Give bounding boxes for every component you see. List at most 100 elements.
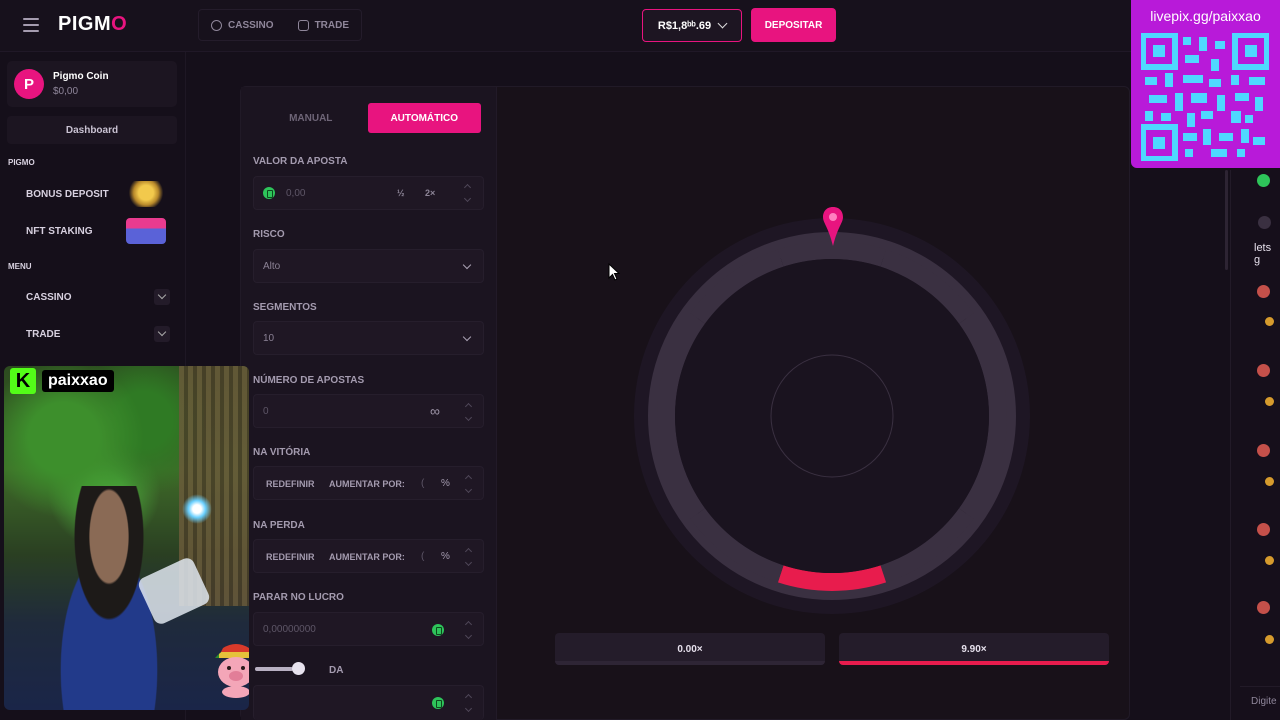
kick-logo-icon: K bbox=[10, 368, 36, 394]
webcam-lamp bbox=[182, 494, 212, 524]
chat-scrollbar[interactable] bbox=[1225, 170, 1228, 270]
nav-cassino[interactable]: CASSINO bbox=[199, 10, 286, 40]
bet-amount-stepper[interactable] bbox=[464, 182, 472, 204]
volume-slider-thumb[interactable] bbox=[292, 662, 305, 675]
on-loss-increase-button[interactable]: AUMENTAR POR: bbox=[329, 552, 405, 562]
chevron-down-icon bbox=[717, 18, 728, 29]
multiplier-box: 9.90× bbox=[839, 633, 1109, 665]
chat-message: lets g bbox=[1254, 242, 1272, 266]
half-bet-button[interactable]: ½ bbox=[397, 188, 405, 198]
money-bag-icon bbox=[1265, 397, 1274, 406]
num-bets-label: NÚMERO DE APOSTAS bbox=[253, 375, 365, 386]
avatar bbox=[1257, 364, 1270, 377]
on-loss-value[interactable]: ( bbox=[421, 551, 424, 562]
section-menu: MENU bbox=[8, 262, 32, 271]
avatar bbox=[1257, 285, 1270, 298]
qr-code-icon bbox=[1141, 33, 1269, 161]
chevron-down-icon[interactable] bbox=[154, 326, 170, 342]
stop-profit-value: 0,00000000 bbox=[263, 623, 316, 635]
risk-value: Alto bbox=[263, 260, 281, 272]
nav-trade[interactable]: TRADE bbox=[286, 10, 361, 40]
double-bet-button[interactable]: 2× bbox=[425, 188, 435, 198]
wheel-pointer-icon bbox=[823, 207, 843, 246]
risk-select[interactable]: Alto bbox=[253, 249, 484, 283]
stop-loss-label: DA bbox=[329, 665, 344, 676]
menu-icon[interactable] bbox=[23, 18, 39, 32]
avatar bbox=[1258, 216, 1271, 229]
top-bar: PIGMO CASSINO TRADE R$1,8ᵇᵇ.69 DEPOSITAR bbox=[0, 0, 1280, 52]
chevron-down-icon[interactable] bbox=[154, 289, 170, 305]
segments-select[interactable]: 10 bbox=[253, 321, 484, 355]
sidebar-item-label: NFT STAKING bbox=[26, 225, 93, 237]
nav-trade-label: TRADE bbox=[314, 19, 350, 31]
sidebar-item-bonus-deposit[interactable]: BONUS DEPOSIT bbox=[8, 179, 178, 209]
stop-profit-stepper[interactable] bbox=[465, 619, 473, 641]
segments-value: 10 bbox=[263, 332, 275, 344]
treasure-chest-icon bbox=[126, 218, 166, 244]
sidebar-item-label: CASSINO bbox=[26, 291, 72, 303]
sidebar-item-trade[interactable]: TRADE bbox=[8, 319, 178, 349]
chat-input[interactable]: Digite bbox=[1240, 686, 1280, 716]
tab-manual[interactable]: MANUAL bbox=[254, 103, 368, 133]
multiplier-label: 9.90× bbox=[961, 643, 987, 655]
deposit-button[interactable]: DEPOSITAR bbox=[751, 8, 836, 42]
bet-amount-input[interactable]: 0,00 bbox=[253, 176, 484, 210]
sidebar-item-label: BONUS DEPOSIT bbox=[26, 188, 109, 200]
section-pigmo: PIGMO bbox=[8, 158, 35, 167]
on-loss-stepper[interactable] bbox=[465, 546, 473, 568]
money-bag-icon bbox=[1265, 477, 1274, 486]
casino-chip-icon bbox=[211, 19, 222, 31]
wheel-segment bbox=[777, 241, 887, 267]
on-win-stepper[interactable] bbox=[465, 473, 473, 495]
sidebar-item-cassino[interactable]: CASSINO bbox=[8, 282, 178, 312]
avatar bbox=[1257, 444, 1270, 457]
qr-url: livepix.gg/paixxao bbox=[1150, 8, 1261, 24]
coin-icon bbox=[432, 697, 444, 709]
stop-profit-input[interactable]: 0,00000000 bbox=[253, 612, 484, 646]
balance-dropdown[interactable]: R$1,8ᵇᵇ.69 bbox=[642, 9, 742, 42]
sidebar-item-nft-staking[interactable]: NFT STAKING bbox=[8, 216, 178, 246]
pigmo-logo[interactable]: PIGMO bbox=[58, 13, 127, 36]
money-bag-icon bbox=[1265, 556, 1274, 565]
percent-icon: % bbox=[441, 551, 450, 562]
stop-loss-stepper[interactable] bbox=[465, 692, 473, 714]
coin-name: Pigmo Coin bbox=[53, 71, 109, 82]
on-loss-reset-button[interactable]: REDEFINIR bbox=[266, 552, 315, 562]
pigmo-coin-avatar: P bbox=[14, 69, 44, 99]
coin-icon bbox=[263, 187, 275, 199]
pigmo-coin-card[interactable]: P Pigmo Coin $0,00 bbox=[7, 61, 177, 107]
on-win-increase-button[interactable]: AUMENTAR POR: bbox=[329, 479, 405, 489]
segments-label: SEGMENTOS bbox=[253, 302, 317, 313]
balance-value: R$1,8ᵇᵇ.69 bbox=[657, 19, 712, 32]
on-loss-label: NA PERDA bbox=[253, 520, 305, 531]
top-nav: CASSINO TRADE bbox=[198, 9, 363, 41]
mouse-cursor-icon bbox=[608, 263, 620, 281]
chevron-down-icon bbox=[462, 332, 472, 342]
bet-mode-tabs: MANUAL AUTOMÁTICO bbox=[254, 103, 481, 133]
multiplier-color-bar bbox=[839, 661, 1109, 665]
on-win-label: NA VITÓRIA bbox=[253, 447, 311, 458]
gift-icon bbox=[126, 181, 166, 207]
avatar bbox=[1257, 601, 1270, 614]
on-win-reset-button[interactable]: REDEFINIR bbox=[266, 479, 315, 489]
money-bag-icon bbox=[1265, 317, 1274, 326]
multiplier-label: 0.00× bbox=[677, 643, 703, 655]
infinity-icon[interactable]: ∞ bbox=[430, 403, 440, 419]
streamer-name: paixxao bbox=[42, 370, 114, 392]
kick-badge: K paixxao bbox=[10, 368, 114, 394]
volume-slider-fill bbox=[255, 667, 293, 671]
risk-label: RISCO bbox=[253, 229, 285, 240]
money-bag-icon bbox=[1265, 635, 1274, 644]
stop-loss-input[interactable] bbox=[253, 685, 484, 720]
num-bets-stepper[interactable] bbox=[465, 401, 473, 423]
dashboard-button[interactable]: Dashboard bbox=[7, 116, 177, 144]
nav-cassino-label: CASSINO bbox=[228, 19, 274, 31]
tab-automatic[interactable]: AUTOMÁTICO bbox=[367, 103, 481, 133]
sidebar-item-label: TRADE bbox=[26, 328, 61, 340]
num-bets-input[interactable]: 0 ∞ bbox=[253, 394, 484, 428]
coin-icon bbox=[432, 624, 444, 636]
coin-balance: $0,00 bbox=[53, 86, 79, 97]
on-win-value[interactable]: ( bbox=[421, 478, 424, 489]
clover-icon bbox=[1257, 174, 1270, 187]
wheel-segment-winning bbox=[777, 565, 887, 591]
